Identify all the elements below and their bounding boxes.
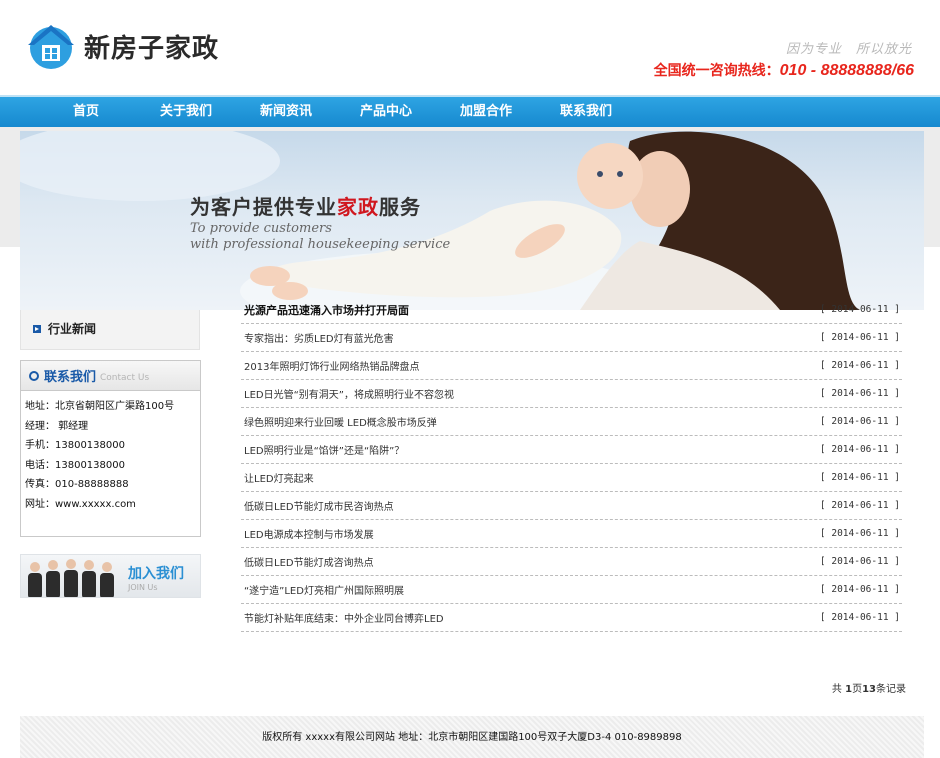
banner-sub-line1: To provide customers (190, 221, 332, 236)
contact-details: 地址：北京省朝阳区广渠路100号 经理： 郭经理 手机：13800138000 … (21, 391, 200, 514)
house-logo-icon (28, 25, 74, 69)
site-logo[interactable]: 新房子家政 (26, 20, 236, 72)
news-title[interactable]: 让LED灯亮起来 (241, 470, 314, 485)
contact-box: 联系我们 Contact Us 地址：北京省朝阳区广渠路100号 经理： 郭经理… (20, 360, 201, 537)
news-title[interactable]: 低碳日LED节能灯成市民咨询热点 (241, 498, 394, 513)
pager-post: 条记录 (876, 684, 906, 695)
sidebar-news-categories: 行业新闻 (20, 310, 200, 350)
list-item[interactable]: LED电源成本控制与市场发展 [ 2014-06-11 ] (241, 520, 902, 548)
news-title[interactable]: 低碳日LED节能灯成咨询热点 (241, 554, 374, 569)
nav-item-join[interactable]: 加盟合作 (436, 97, 536, 127)
contact-title: 联系我们 (44, 370, 97, 385)
banner-title-highlight: 家政 (337, 195, 379, 219)
list-item[interactable]: 绿色照明迎来行业回暖 LED概念股市场反弹 [ 2014-06-11 ] (241, 408, 902, 436)
news-date: [ 2014-06-11 ] (819, 416, 900, 427)
news-title[interactable]: “遂宁造”LED灯亮相广州国际照明展 (241, 582, 404, 597)
news-date: [ 2014-06-11 ] (819, 304, 900, 315)
banner-title-pre: 为客户提供专业 (190, 195, 337, 219)
nav-item-home[interactable]: 首页 (36, 97, 136, 127)
list-item[interactable]: 专家指出：劣质LED灯有蓝光危害 [ 2014-06-11 ] (241, 324, 902, 352)
hotline: 全国统一咨询热线：010 - 88888888/66 (654, 60, 914, 80)
join-title: 加入我们 (128, 566, 184, 582)
list-item[interactable]: 2013年照明灯饰行业网络热销品牌盘点 [ 2014-06-11 ] (241, 352, 902, 380)
news-title[interactable]: LED电源成本控制与市场发展 (241, 526, 374, 541)
logo-text: 新房子家政 (84, 33, 220, 64)
news-date: [ 2014-06-11 ] (819, 332, 900, 343)
contact-fax: 传真：010-88888888 (25, 479, 129, 490)
news-date: [ 2014-06-11 ] (819, 388, 900, 399)
banner-sub-line2: with professional housekeeping service (190, 237, 451, 252)
contact-website[interactable]: 网址：www.xxxxx.com (25, 495, 200, 515)
news-date: [ 2014-06-11 ] (819, 556, 900, 567)
list-item[interactable]: 让LED灯亮起来 [ 2014-06-11 ] (241, 464, 902, 492)
news-title[interactable]: 绿色照明迎来行业回暖 LED概念股市场反弹 (241, 414, 437, 429)
list-item[interactable]: 光源产品迅速涌入市场并打开局面 [ 2014-06-11 ] (241, 296, 902, 324)
list-item[interactable]: “遂宁造”LED灯亮相广州国际照明展 [ 2014-06-11 ] (241, 576, 902, 604)
slogan: 因为专业 所以放光 (785, 42, 912, 57)
circle-icon (29, 370, 39, 381)
news-title[interactable]: 节能灯补贴年底结束：中外企业同台博弈LED (241, 610, 444, 625)
news-date: [ 2014-06-11 ] (819, 584, 900, 595)
nav-item-products[interactable]: 产品中心 (336, 97, 436, 127)
sidebar-item-industry-news[interactable]: 行业新闻 (33, 320, 96, 337)
arrow-bullet-icon (33, 324, 41, 333)
site-header: 新房子家政 因为专业 所以放光 全国统一咨询热线：010 - 88888888/… (0, 0, 940, 95)
news-date: [ 2014-06-11 ] (819, 472, 900, 483)
contact-address: 地址：北京省朝阳区广渠路100号 (25, 401, 175, 412)
hotline-number: 010 - 88888888/66 (779, 62, 914, 79)
sidebar-item-label: 行业新闻 (48, 322, 97, 336)
footer-text: 版权所有 xxxxx有限公司网站 地址：北京市朝阳区建国路100号双子大厦D3-… (262, 732, 682, 743)
hero-banner: 为客户提供专业家政服务 To provide customers with pr… (20, 131, 924, 310)
pager-mid: 页 (852, 684, 863, 695)
join-title-en: JOIN Us (128, 583, 158, 592)
news-date: [ 2014-06-11 ] (819, 360, 900, 371)
list-item[interactable]: 节能灯补贴年底结束：中外企业同台博弈LED [ 2014-06-11 ] (241, 604, 902, 632)
news-date: [ 2014-06-11 ] (819, 612, 900, 623)
news-date: [ 2014-06-11 ] (819, 500, 900, 511)
news-title[interactable]: 2013年照明灯饰行业网络热销品牌盘点 (241, 358, 419, 373)
list-item[interactable]: LED日光管“别有洞天”，将成照明行业不容忽视 [ 2014-06-11 ] (241, 380, 902, 408)
contact-title-en: Contact Us (100, 372, 150, 383)
hotline-label: 全国统一咨询热线： (653, 63, 780, 79)
nav-item-contact[interactable]: 联系我们 (536, 97, 636, 127)
banner-subtitle: To provide customers with professional h… (190, 221, 450, 253)
join-us-banner[interactable]: 加入我们 JOIN Us (20, 554, 201, 598)
mother-baby-illustration (20, 131, 860, 310)
contact-mobile: 手机：13800138000 (25, 440, 125, 451)
news-title[interactable]: 专家指出：劣质LED灯有蓝光危害 (241, 330, 394, 345)
site-footer: 版权所有 xxxxx有限公司网站 地址：北京市朝阳区建国路100号双子大厦D3-… (20, 716, 924, 758)
pager-pre: 共 (831, 684, 846, 695)
banner-title-post: 服务 (379, 195, 421, 219)
banner-title: 为客户提供专业家政服务 (190, 191, 421, 220)
news-title[interactable]: 光源产品迅速涌入市场并打开局面 (241, 302, 409, 318)
contact-phone: 电话：13800138000 (25, 459, 125, 471)
list-item[interactable]: 低碳日LED节能灯成市民咨询热点 [ 2014-06-11 ] (241, 492, 902, 520)
list-item[interactable]: 低碳日LED节能灯成咨询热点 [ 2014-06-11 ] (241, 548, 902, 576)
nav-item-news[interactable]: 新闻资讯 (236, 97, 336, 127)
pager-count: 13 (862, 684, 876, 695)
news-list: 光源产品迅速涌入市场并打开局面 [ 2014-06-11 ] 专家指出：劣质LE… (241, 296, 902, 632)
nav-item-about[interactable]: 关于我们 (136, 97, 236, 127)
pagination-summary: 共 1页13条记录 (780, 680, 906, 695)
contact-header: 联系我们 Contact Us (21, 361, 200, 391)
main-nav: 首页 关于我们 新闻资讯 产品中心 加盟合作 联系我们 (0, 95, 940, 127)
contact-manager: 经理： 郭经理 (25, 420, 89, 432)
news-title[interactable]: LED日光管“别有洞天”，将成照明行业不容忽视 (241, 386, 454, 401)
news-date: [ 2014-06-11 ] (819, 528, 900, 539)
news-date: [ 2014-06-11 ] (819, 444, 900, 455)
list-item[interactable]: LED照明行业是“馅饼”还是“陷阱”？ [ 2014-06-11 ] (241, 436, 902, 464)
news-title[interactable]: LED照明行业是“馅饼”还是“陷阱”？ (241, 442, 404, 457)
